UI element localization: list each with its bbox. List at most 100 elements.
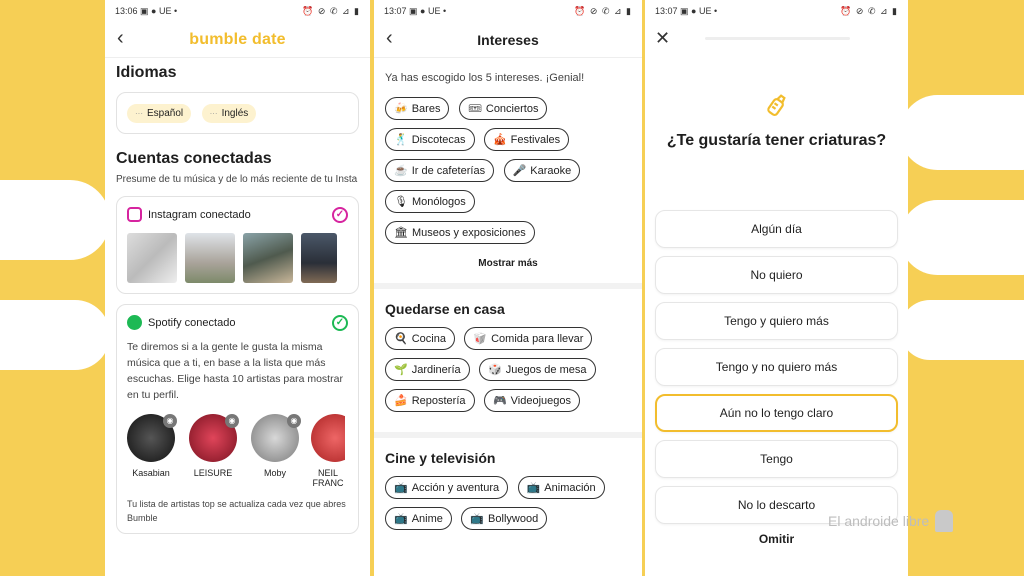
languages-card[interactable]: ··· Español ··· Inglés [116,92,359,134]
eye-icon[interactable]: ◉ [225,413,239,428]
tv-section-title: Cine y televisión [385,450,496,467]
artist-name: NEIL FRANC [312,467,344,488]
watermark: El androide libre [828,510,954,532]
pill-label: Animación [544,481,596,494]
instagram-photo[interactable] [301,232,337,283]
instagram-photo[interactable] [243,232,293,283]
header: ‹ Intereses [374,22,642,58]
chosen-note: Ya has escogido los 5 intereses. ¡Genial… [385,72,585,84]
instagram-card[interactable]: Instagram conectado ✓ [116,195,359,294]
option-button[interactable]: Tengo y quiero más [655,302,898,340]
show-more-link[interactable]: Mostrar más [374,258,642,269]
instagram-icon [127,207,142,222]
status-time: 13:07 [384,5,407,16]
artist-item[interactable]: NEIL FRANC [311,413,345,488]
eye-icon[interactable]: ◉ [163,413,177,428]
pill-label: Comida para llevar [491,332,584,345]
bg-stripe-left-1 [0,180,110,260]
interest-pill[interactable]: 🎪 Festivales [483,128,570,152]
children-question-screen: 13:07 ▣ ● UE • ⏰ ⊘ ✆ ⊿ ▮ ✕ ¿Te gustaría … [645,0,908,576]
interest-pill[interactable]: 🎤 Karaoke [503,159,581,183]
instagram-label: Instagram conectado [148,208,251,221]
dice-icon: 🎲 [488,364,502,377]
artist-item[interactable]: ◉ Kasabian [125,413,177,488]
header: ‹ bumble date [105,22,370,58]
speech-bubble-icon: ··· [209,109,218,118]
eye-icon[interactable]: ◉ [287,413,301,428]
section-divider [374,432,642,439]
interest-pill[interactable]: 🥡 Comida para llevar [464,327,593,351]
tv-interest-list: 📺 Acción y aventura 📺 Animación 📺 Anime 📺 Bo… [374,476,642,538]
seedling-icon: 🌱 [394,364,408,377]
status-bar: 13:07 ▣ ● UE • ⏰ ⊘ ✆ ⊿ ▮ [374,0,642,22]
spotify-card[interactable]: Spotify conectado ✓ Te diremos si a la g… [116,303,359,534]
header: ✕ [645,22,908,58]
status-bar: 13:06 ▣ ● UE • ⏰ ⊘ ✆ ⊿ ▮ [105,0,370,22]
instagram-photo[interactable] [185,232,235,283]
language-label: Inglés [221,108,249,119]
interest-pill[interactable]: 🍳 Cocina [385,327,455,351]
interest-pill[interactable]: 🎙 Monólogos [385,190,475,214]
interest-pill[interactable]: ☕ Ir de cafeterías [385,159,495,183]
bumble-date-logo: bumble date [189,30,286,48]
pill-label: Discotecas [411,133,466,146]
interest-pill[interactable]: 📺 Anime [385,507,452,531]
interest-pill[interactable]: 📺 Animación [517,476,605,500]
watermark-text: El androide libre [828,513,930,529]
skip-link[interactable]: Omitir [645,532,908,546]
close-icon[interactable]: ✕ [655,28,670,49]
home-section-title: Quedarse en casa [385,301,505,318]
pill-label: Karaoke [530,164,572,177]
ticket-icon: 🎟 [467,103,482,116]
interest-pill[interactable]: 🎟 Conciertos [458,97,548,121]
language-label: Español [147,108,184,119]
option-button[interactable]: Algún día [655,210,898,248]
artists-footer-note: Tu lista de artistas top se actualiza ca… [127,498,346,523]
back-arrow-icon[interactable]: ‹ [386,27,393,50]
artist-item[interactable]: ◉ LEISURE [187,413,239,488]
question-title: ¿Te gustaría tener criaturas? [666,132,887,149]
takeout-box-icon: 🥡 [473,333,488,346]
option-button[interactable]: Tengo [655,440,898,478]
coffee-icon: ☕ [394,165,408,178]
artist-name: Moby [263,467,286,478]
interest-list: 🍻 Bares 🎟 Conciertos 🕺 Discotecas 🎪 Festival… [374,97,642,252]
option-button[interactable]: No quiero [655,256,898,294]
interest-pill[interactable]: 🕺 Discotecas [385,128,475,152]
interest-pill[interactable]: 📺 Acción y aventura [385,476,509,500]
option-button-selected[interactable]: Aún no lo tengo claro [655,394,898,432]
interest-pill[interactable]: 🍰 Repostería [385,389,475,413]
pill-label: Videojuegos [510,394,572,407]
option-button[interactable]: Tengo y no quiero más [655,348,898,386]
pill-label: Bollywood [488,512,539,525]
artist-avatar [311,413,345,462]
back-arrow-icon[interactable]: ‹ [117,27,124,50]
interests-screen: 13:07 ▣ ● UE • ⏰ ⊘ ✆ ⊿ ▮ ‹ Intereses Ya … [374,0,642,576]
instagram-photo[interactable] [127,232,177,283]
interest-pill[interactable]: 📺 Bollywood [461,507,548,531]
interest-pill[interactable]: 🎮 Videojuegos [483,389,581,413]
interest-pill[interactable]: 🍻 Bares [385,97,450,121]
egg-pan-icon: 🍳 [394,333,408,346]
interest-pill[interactable]: 🎲 Juegos de mesa [479,358,596,382]
home-interest-list: 🍳 Cocina 🥡 Comida para llevar 🌱 Jardinería … [374,327,642,420]
instagram-photos [117,229,358,293]
pill-label: Acción y aventura [411,481,500,494]
beer-icon: 🍻 [394,103,408,116]
bottle-icon-wrap [645,58,908,118]
speech-bubble-icon: ··· [135,109,143,118]
option-list: Algún día No quiero Tengo y quiero más T… [645,210,908,524]
cake-icon: 🍰 [394,395,408,408]
status-icons-left: ▣ ● UE • [409,5,447,16]
dancer-icon: 🕺 [394,134,408,147]
interest-pill[interactable]: 🌱 Jardinería [385,358,470,382]
status-time: 13:06 [115,5,138,16]
interest-pill[interactable]: 🏛 Museos y exposiciones [385,221,535,245]
pill-label: Juegos de mesa [505,363,587,376]
tent-icon: 🎪 [492,134,507,147]
artist-item[interactable]: ◉ Moby [249,413,301,488]
standup-mic-icon: 🎙 [394,196,408,209]
pill-label: Festivales [510,133,561,146]
gamepad-icon: 🎮 [492,395,507,408]
page-title: Intereses [477,31,539,48]
